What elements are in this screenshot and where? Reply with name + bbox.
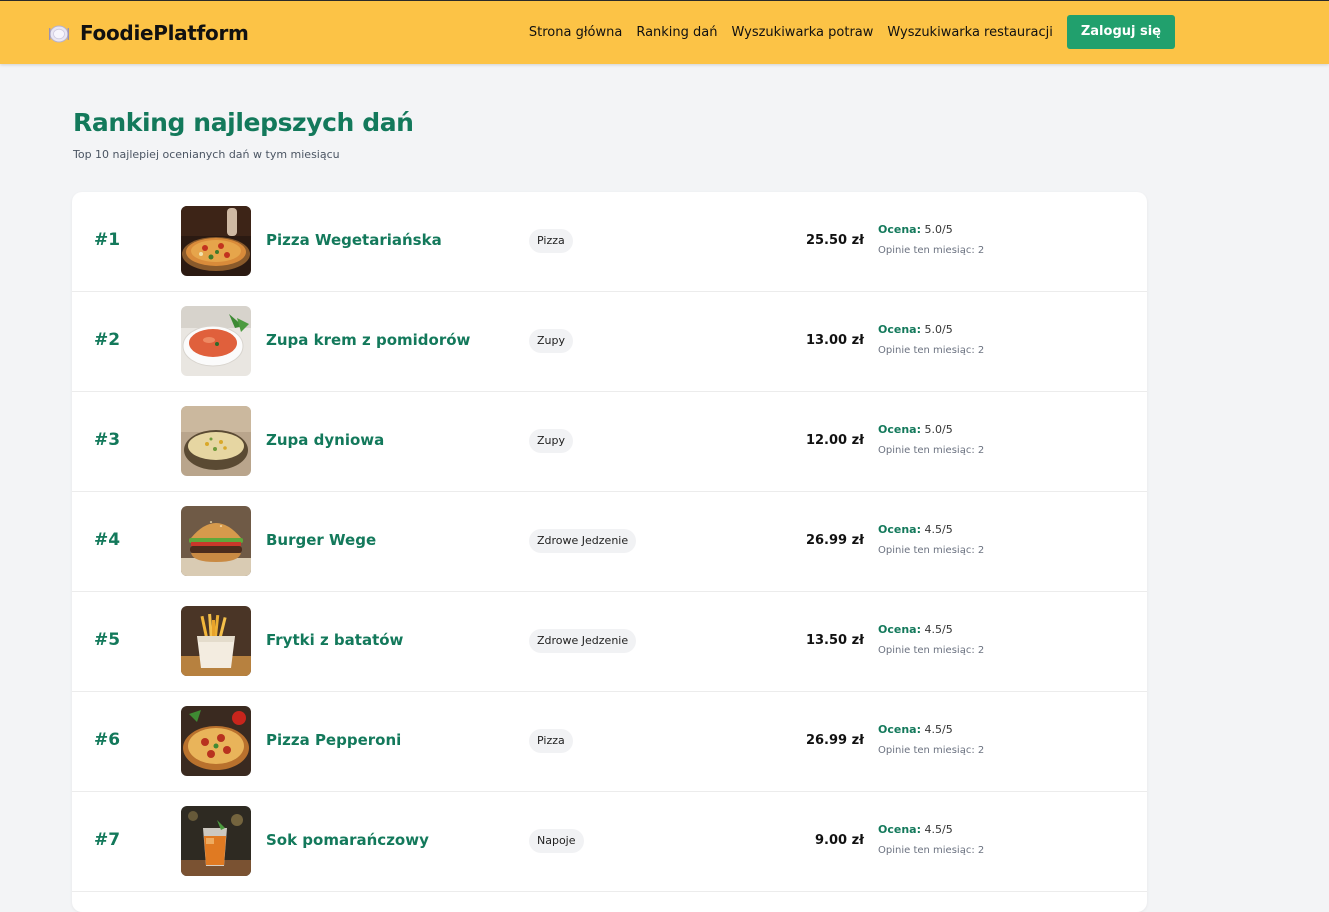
rating-value: 4.5/5 xyxy=(924,523,953,536)
ranking-row[interactable]: #6 Pizza Pepperoni Pizza 26.99 zł Ocena:… xyxy=(72,692,1147,792)
rating: Ocena: 4.5/5 xyxy=(878,723,953,736)
dish-price: 26.99 zł xyxy=(805,733,864,748)
ranking-row[interactable]: #4 Burger Wege Zdrowe Jedzenie 26.99 zł … xyxy=(72,492,1147,592)
rank-number: #1 xyxy=(94,230,121,250)
category-badge: Zupy xyxy=(529,429,573,453)
category-badge: Zdrowe Jedzenie xyxy=(529,529,637,553)
dish-price: 26.99 zł xyxy=(805,533,864,548)
dish-name[interactable]: Pizza Pepperoni xyxy=(266,731,401,749)
ranking-list: #1 Pizza Wegetariańska Pizza 25.50 zł Oc… xyxy=(72,192,1147,912)
rating-value: 4.5/5 xyxy=(924,823,953,836)
rating-label: Ocena: xyxy=(878,823,921,836)
brand-logo[interactable]: FoodiePlatform xyxy=(48,21,249,45)
rating: Ocena: 4.5/5 xyxy=(878,623,953,636)
rating: Ocena: 5.0/5 xyxy=(878,323,953,336)
rating-label: Ocena: xyxy=(878,423,921,436)
monthly-reviews: Opinie ten miesiąc: 2 xyxy=(878,345,985,356)
dish-price: 12.00 zł xyxy=(805,433,864,448)
page-title: Ranking najlepszych dań xyxy=(73,108,414,137)
dish-image-fries[interactable] xyxy=(181,606,251,676)
monthly-reviews: Opinie ten miesiąc: 2 xyxy=(878,745,985,756)
nav-link-ranking[interactable]: Ranking dań xyxy=(636,25,717,40)
ranking-row[interactable]: #5 Frytki z batatów Zdrowe Jedzenie 13.5… xyxy=(72,592,1147,692)
rating-value: 5.0/5 xyxy=(924,223,953,236)
monthly-reviews: Opinie ten miesiąc: 2 xyxy=(878,545,985,556)
dish-image-juice[interactable] xyxy=(181,806,251,876)
plate-icon xyxy=(48,22,70,44)
dish-price: 13.00 zł xyxy=(805,333,864,348)
ranking-row[interactable]: #2 Zupa krem z pomidorów Zupy 13.00 zł O… xyxy=(72,292,1147,392)
nav-link-dish-search[interactable]: Wyszukiwarka potraw xyxy=(732,25,874,40)
category-badge: Pizza xyxy=(529,729,573,753)
rating: Ocena: 4.5/5 xyxy=(878,523,953,536)
rank-number: #5 xyxy=(94,630,121,650)
nav-menu: Strona główna Ranking dań Wyszukiwarka p… xyxy=(529,15,1175,49)
category-badge: Zdrowe Jedzenie xyxy=(529,629,637,653)
dish-name[interactable]: Zupa dyniowa xyxy=(266,431,384,449)
ranking-row[interactable]: #3 Zupa dyniowa Zupy 12.00 zł Ocena: 5.0… xyxy=(72,392,1147,492)
monthly-reviews: Opinie ten miesiąc: 2 xyxy=(878,445,985,456)
category-badge: Pizza xyxy=(529,229,573,253)
ranking-row[interactable]: #1 Pizza Wegetariańska Pizza 25.50 zł Oc… xyxy=(72,192,1147,292)
rating-value: 5.0/5 xyxy=(924,323,953,336)
nav-link-restaurant-search[interactable]: Wyszukiwarka restauracji xyxy=(887,25,1052,40)
dish-name[interactable]: Pizza Wegetariańska xyxy=(266,231,442,249)
dish-price: 25.50 zł xyxy=(805,233,864,248)
rating-label: Ocena: xyxy=(878,623,921,636)
nav-link-home[interactable]: Strona główna xyxy=(529,25,622,40)
dish-name[interactable]: Burger Wege xyxy=(266,531,376,549)
monthly-reviews: Opinie ten miesiąc: 2 xyxy=(878,845,985,856)
monthly-reviews: Opinie ten miesiąc: 2 xyxy=(878,645,985,656)
dish-image-pumpkin-soup[interactable] xyxy=(181,406,251,476)
dish-image-pizza-pepperoni[interactable] xyxy=(181,706,251,776)
page-subtitle: Top 10 najlepiej ocenianych dań w tym mi… xyxy=(73,148,340,161)
rating-value: 4.5/5 xyxy=(924,723,953,736)
dish-image-burger[interactable] xyxy=(181,506,251,576)
category-badge: Zupy xyxy=(529,329,573,353)
ranking-row[interactable]: #7 Sok pomarańczowy Napoje 9.00 zł Ocena… xyxy=(72,792,1147,892)
login-button[interactable]: Zaloguj się xyxy=(1066,15,1175,49)
monthly-reviews: Opinie ten miesiąc: 2 xyxy=(878,245,985,256)
dish-image-tomato-soup[interactable] xyxy=(181,306,251,376)
dish-price: 9.00 zł xyxy=(815,833,864,848)
brand-name[interactable]: FoodiePlatform xyxy=(80,21,249,45)
rank-number: #3 xyxy=(94,430,121,450)
rank-number: #7 xyxy=(94,830,121,850)
rating: Ocena: 5.0/5 xyxy=(878,223,953,236)
dish-name[interactable]: Frytki z batatów xyxy=(266,631,403,649)
rating-label: Ocena: xyxy=(878,223,921,236)
rating: Ocena: 4.5/5 xyxy=(878,823,953,836)
top-navbar: FoodiePlatform Strona główna Ranking dań… xyxy=(0,0,1329,64)
dish-name[interactable]: Sok pomarańczowy xyxy=(266,831,429,849)
rating-label: Ocena: xyxy=(878,523,921,536)
rating-label: Ocena: xyxy=(878,323,921,336)
rank-number: #6 xyxy=(94,730,121,750)
rating: Ocena: 5.0/5 xyxy=(878,423,953,436)
dish-price: 13.50 zł xyxy=(805,633,864,648)
rating-value: 4.5/5 xyxy=(924,623,953,636)
rating-label: Ocena: xyxy=(878,723,921,736)
dish-image-pizza-veg[interactable] xyxy=(181,206,251,276)
dish-name[interactable]: Zupa krem z pomidorów xyxy=(266,331,470,349)
rank-number: #4 xyxy=(94,530,121,550)
rank-number: #2 xyxy=(94,330,121,350)
rating-value: 5.0/5 xyxy=(924,423,953,436)
category-badge: Napoje xyxy=(529,829,584,853)
